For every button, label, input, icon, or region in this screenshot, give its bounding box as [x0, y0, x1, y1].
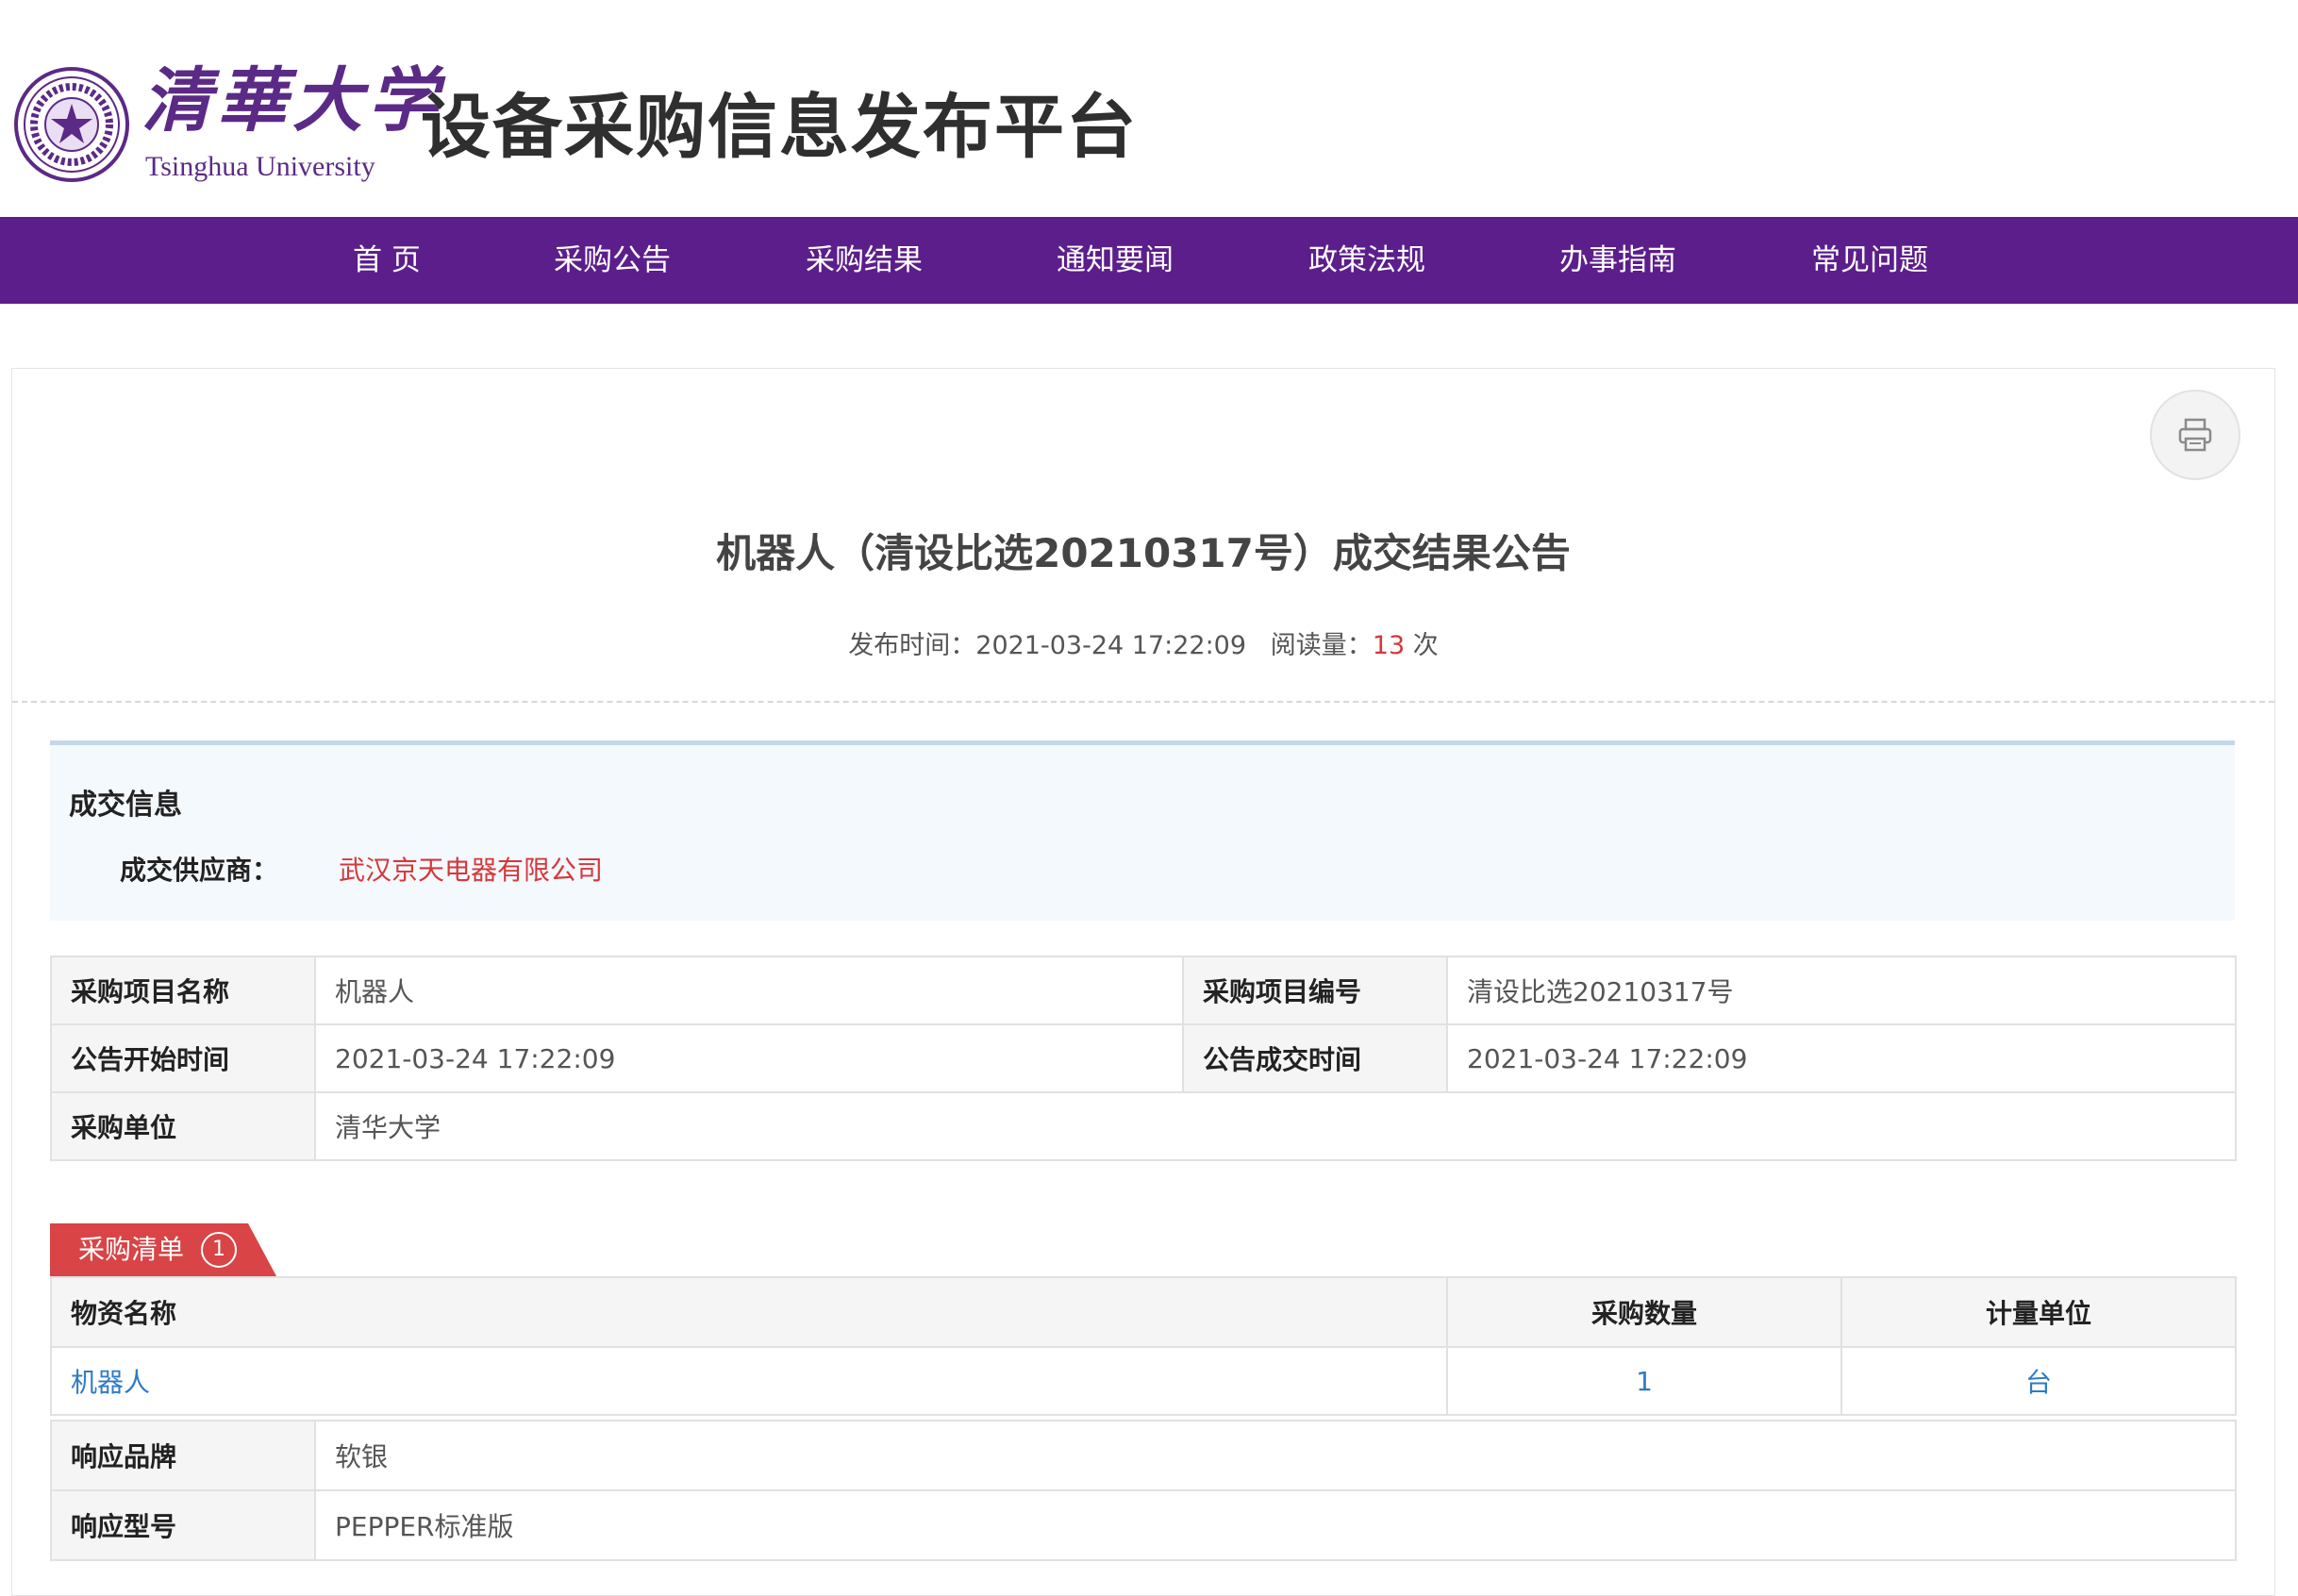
brand-value: 软银 [314, 1420, 2237, 1491]
print-button[interactable] [2150, 390, 2240, 480]
university-logo-text[interactable]: 清華大学 [142, 58, 443, 143]
table-row: 响应型号 PEPPER标准版 [50, 1489, 2237, 1561]
nav-item-procurement-results[interactable]: 采购结果 [806, 217, 923, 304]
announcement-card: 机器人（清设比选20210317号）成交结果公告 发布时间：2021-03-24… [11, 368, 2275, 1596]
model-value: PEPPER标准版 [314, 1489, 2237, 1561]
table-row: 响应品牌 软银 [50, 1420, 2237, 1491]
printer-icon [2178, 418, 2212, 452]
project-name: 机器人 [314, 956, 1184, 1025]
announcement-meta: 发布时间：2021-03-24 17:22:09 阅读量：13 次 [12, 629, 2274, 663]
deal-info-heading: 成交信息 [69, 789, 182, 822]
site-title: 设备采购信息发布平台 [421, 87, 1138, 168]
read-count-unit: 次 [1412, 631, 1439, 660]
deal-info-panel: 成交信息 成交供应商： 武汉京天电器有限公司 [50, 740, 2235, 921]
publish-time: 2021-03-24 17:22:09 [975, 631, 1247, 660]
start-time-label: 公告开始时间 [50, 1023, 316, 1093]
item-detail-table: 响应品牌 软银 响应型号 PEPPER标准版 [50, 1420, 2237, 1561]
main-nav: 首 页 采购公告 采购结果 通知要闻 政策法规 办事指南 常见问题 [0, 217, 2298, 304]
university-logo-english[interactable]: Tsinghua University [145, 151, 375, 183]
read-count-label: 阅读量： [1270, 631, 1373, 660]
divider [12, 701, 2274, 703]
procurement-list-count-badge: 1 [201, 1232, 237, 1268]
deal-time-label: 公告成交时间 [1182, 1023, 1448, 1093]
nav-item-guides[interactable]: 办事指南 [1559, 217, 1676, 304]
project-number: 清设比选20210317号 [1446, 956, 2237, 1025]
buyer-label: 采购单位 [50, 1091, 316, 1161]
project-name-label: 采购项目名称 [50, 956, 316, 1025]
table-header-row: 物资名称 采购数量 计量单位 [50, 1276, 2237, 1348]
column-header-item-name: 物资名称 [50, 1276, 1448, 1348]
table-row: 采购单位 清华大学 [50, 1091, 2237, 1161]
nav-item-news[interactable]: 通知要闻 [1057, 217, 1174, 304]
announcement-title: 机器人（清设比选20210317号）成交结果公告 [716, 530, 1571, 576]
table-row: 机器人 1 台 [50, 1346, 2237, 1416]
procurement-items-table: 物资名称 采购数量 计量单位 机器人 1 台 [50, 1276, 2237, 1416]
read-count: 13 [1372, 631, 1406, 660]
project-number-label: 采购项目编号 [1182, 956, 1448, 1025]
deal-time: 2021-03-24 17:22:09 [1446, 1023, 2237, 1093]
table-row: 采购项目名称 机器人 采购项目编号 清设比选20210317号 [50, 956, 2237, 1025]
nav-item-home[interactable]: 首 页 [353, 217, 421, 304]
nav-item-procurement-notices[interactable]: 采购公告 [554, 217, 671, 304]
supplier-label: 成交供应商： [120, 855, 279, 886]
publish-time-label: 发布时间： [848, 631, 976, 660]
supplier-name: 武汉京天电器有限公司 [339, 855, 604, 886]
table-row: 公告开始时间 2021-03-24 17:22:09 公告成交时间 2021-0… [50, 1023, 2237, 1093]
buyer-name: 清华大学 [314, 1091, 2237, 1161]
nav-item-policies[interactable]: 政策法规 [1308, 217, 1425, 304]
item-unit: 台 [1840, 1346, 2237, 1416]
site-header: 清華大学 Tsinghua University 设备采购信息发布平台 [0, 0, 2298, 217]
nav-item-faq[interactable]: 常见问题 [1811, 217, 1928, 304]
start-time: 2021-03-24 17:22:09 [314, 1023, 1184, 1093]
item-name-link[interactable]: 机器人 [50, 1346, 1448, 1416]
procurement-list-label: 采购清单 [78, 1234, 185, 1265]
project-info-table: 采购项目名称 机器人 采购项目编号 清设比选20210317号 公告开始时间 2… [50, 956, 2237, 1161]
column-header-quantity: 采购数量 [1446, 1276, 1842, 1348]
procurement-list-tab[interactable]: 采购清单 1 [50, 1223, 276, 1276]
model-label: 响应型号 [50, 1489, 316, 1561]
tsinghua-seal-icon[interactable] [13, 66, 130, 183]
brand-label: 响应品牌 [50, 1420, 316, 1491]
item-quantity: 1 [1446, 1346, 1842, 1416]
column-header-unit: 计量单位 [1840, 1276, 2237, 1348]
